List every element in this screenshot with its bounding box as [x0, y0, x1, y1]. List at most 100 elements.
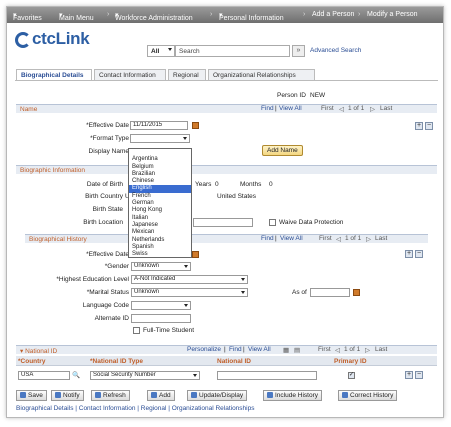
separator: |: [275, 235, 277, 242]
refresh-icon: [95, 392, 101, 398]
dropdown-option[interactable]: Spanish: [129, 244, 191, 251]
dropdown-option[interactable]: Chinese: [129, 178, 191, 185]
national-id-last-label[interactable]: Last: [375, 346, 387, 353]
dropdown-option[interactable]: Brazilian: [129, 171, 191, 178]
national-id-find-link[interactable]: Find: [229, 346, 242, 353]
highest-education-level-label: *Highest Education Level: [56, 276, 129, 283]
history-find-link[interactable]: Find: [261, 235, 274, 242]
update-display-button[interactable]: Update/Display: [187, 390, 248, 401]
save-icon: [20, 392, 26, 398]
refresh-button[interactable]: Refresh: [91, 390, 130, 401]
dropdown-option-blank[interactable]: [129, 149, 191, 156]
primary-id-checkbox[interactable]: ✓: [348, 372, 355, 379]
years-label: Years: [195, 181, 212, 188]
national-id-input[interactable]: [217, 371, 317, 380]
name-find-link[interactable]: Find: [261, 105, 274, 112]
format-type-select[interactable]: [130, 134, 190, 143]
name-first-label[interactable]: First: [321, 105, 334, 112]
dropdown-option[interactable]: English: [129, 185, 191, 193]
breadcrumb-workforce-administration[interactable]: Workforce Administration ▾: [115, 11, 193, 22]
correct-history-icon: [342, 392, 348, 398]
full-time-student-label: Full-Time Student: [143, 327, 195, 334]
history-prev-icon[interactable]: ◁: [336, 235, 341, 243]
personalize-link[interactable]: Personalize: [187, 346, 221, 353]
download-icon[interactable]: ▤: [294, 346, 300, 354]
marital-status-select[interactable]: Unknown: [131, 288, 248, 297]
dropdown-option[interactable]: Argentina: [129, 156, 191, 163]
save-button[interactable]: Save: [16, 390, 47, 401]
search-go-icon[interactable]: »: [292, 45, 305, 57]
national-id-prev-icon[interactable]: ◁: [335, 346, 340, 354]
format-type-dropdown-list[interactable]: Argentina Belgium Brazilian Chinese English F…: [128, 148, 192, 258]
breadcrumb-add-a-person[interactable]: Add a Person: [312, 11, 354, 18]
search-input[interactable]: Search: [175, 45, 290, 57]
name-view-all-link[interactable]: View All: [279, 105, 302, 112]
national-id-delete-row-button[interactable]: −: [415, 371, 423, 379]
breadcrumb-personal-information[interactable]: Personal Information ▾: [219, 11, 284, 22]
bottom-page-links[interactable]: Biographical Details | Contact Informati…: [16, 405, 254, 412]
history-last-label[interactable]: Last: [375, 235, 387, 242]
national-id-type-select[interactable]: Social Security Number: [90, 371, 200, 380]
dropdown-option[interactable]: Mexican: [129, 229, 191, 236]
correct-history-button[interactable]: Correct History: [338, 390, 398, 401]
history-first-label[interactable]: First: [319, 235, 332, 242]
history-effective-date-label: *Effective Date: [86, 251, 129, 258]
alternate-id-input[interactable]: [131, 314, 191, 323]
dropdown-option[interactable]: French: [129, 193, 191, 200]
waive-data-protection-label: Waive Data Protection: [279, 219, 344, 226]
dropdown-option[interactable]: Netherlands: [129, 237, 191, 244]
highest-education-level-select[interactable]: A-Not Indicated: [131, 275, 248, 284]
advanced-search-link[interactable]: Advanced Search: [310, 47, 361, 54]
national-id-first-label[interactable]: First: [318, 346, 331, 353]
dropdown-option[interactable]: Hong Kong: [129, 207, 191, 214]
national-id-next-icon[interactable]: ▷: [365, 346, 370, 354]
breadcrumb-separator: ›: [210, 11, 213, 18]
name-next-icon[interactable]: ▷: [370, 105, 375, 113]
full-time-student-checkbox[interactable]: [133, 327, 140, 334]
gender-select[interactable]: Unknown: [131, 262, 191, 271]
history-next-icon[interactable]: ▷: [366, 235, 371, 243]
name-effective-date-input[interactable]: 11/11/2015: [130, 121, 188, 130]
update-display-icon: [191, 392, 197, 398]
country-input[interactable]: USA: [18, 371, 70, 380]
column-primary-id: Primary ID: [334, 358, 367, 365]
tab-divider: [15, 80, 438, 81]
include-history-button[interactable]: Include History: [263, 390, 322, 401]
dropdown-option[interactable]: German: [129, 200, 191, 207]
calendar-icon[interactable]: [353, 289, 360, 296]
language-code-select[interactable]: [131, 301, 191, 310]
dropdown-option[interactable]: Italian: [129, 215, 191, 222]
name-add-row-button[interactable]: +: [415, 122, 423, 130]
dropdown-option[interactable]: Belgium: [129, 164, 191, 171]
notify-button[interactable]: Notify: [51, 390, 84, 401]
name-prev-icon[interactable]: ◁: [339, 105, 344, 113]
years-value: 0: [215, 181, 219, 188]
lookup-icon[interactable]: 🔍: [72, 371, 80, 379]
calendar-icon[interactable]: [192, 251, 199, 258]
name-last-label[interactable]: Last: [380, 105, 392, 112]
grid-icon[interactable]: ▦: [283, 346, 289, 354]
national-id-add-row-button[interactable]: +: [405, 371, 413, 379]
breadcrumb-modify-a-person[interactable]: Modify a Person: [367, 11, 418, 18]
add-name-button[interactable]: Add Name: [262, 145, 303, 156]
main-menu[interactable]: Main Menu ▾: [59, 11, 94, 22]
name-row-count: 1 of 1: [348, 105, 365, 112]
add-icon: [151, 392, 157, 398]
national-id-row-count: 1 of 1: [344, 346, 361, 353]
add-button[interactable]: Add: [147, 390, 175, 401]
dropdown-option[interactable]: Japanese: [129, 222, 191, 229]
history-view-all-link[interactable]: View All: [280, 235, 303, 242]
waive-data-protection-checkbox[interactable]: [269, 219, 276, 226]
history-delete-row-button[interactable]: −: [415, 250, 423, 258]
dropdown-option[interactable]: Swiss: [129, 251, 191, 258]
birth-location-input[interactable]: [193, 218, 253, 227]
calendar-icon[interactable]: [192, 122, 199, 129]
history-add-row-button[interactable]: +: [405, 250, 413, 258]
as-of-label: As of: [292, 289, 307, 296]
national-id-view-all-link[interactable]: View All: [248, 346, 271, 353]
name-delete-row-button[interactable]: −: [425, 122, 433, 130]
search-scope-select[interactable]: All: [147, 45, 175, 57]
favorites-menu[interactable]: Favorites ▾: [13, 11, 42, 22]
person-id-value: NEW: [310, 92, 326, 99]
as-of-date-input[interactable]: [310, 288, 350, 297]
